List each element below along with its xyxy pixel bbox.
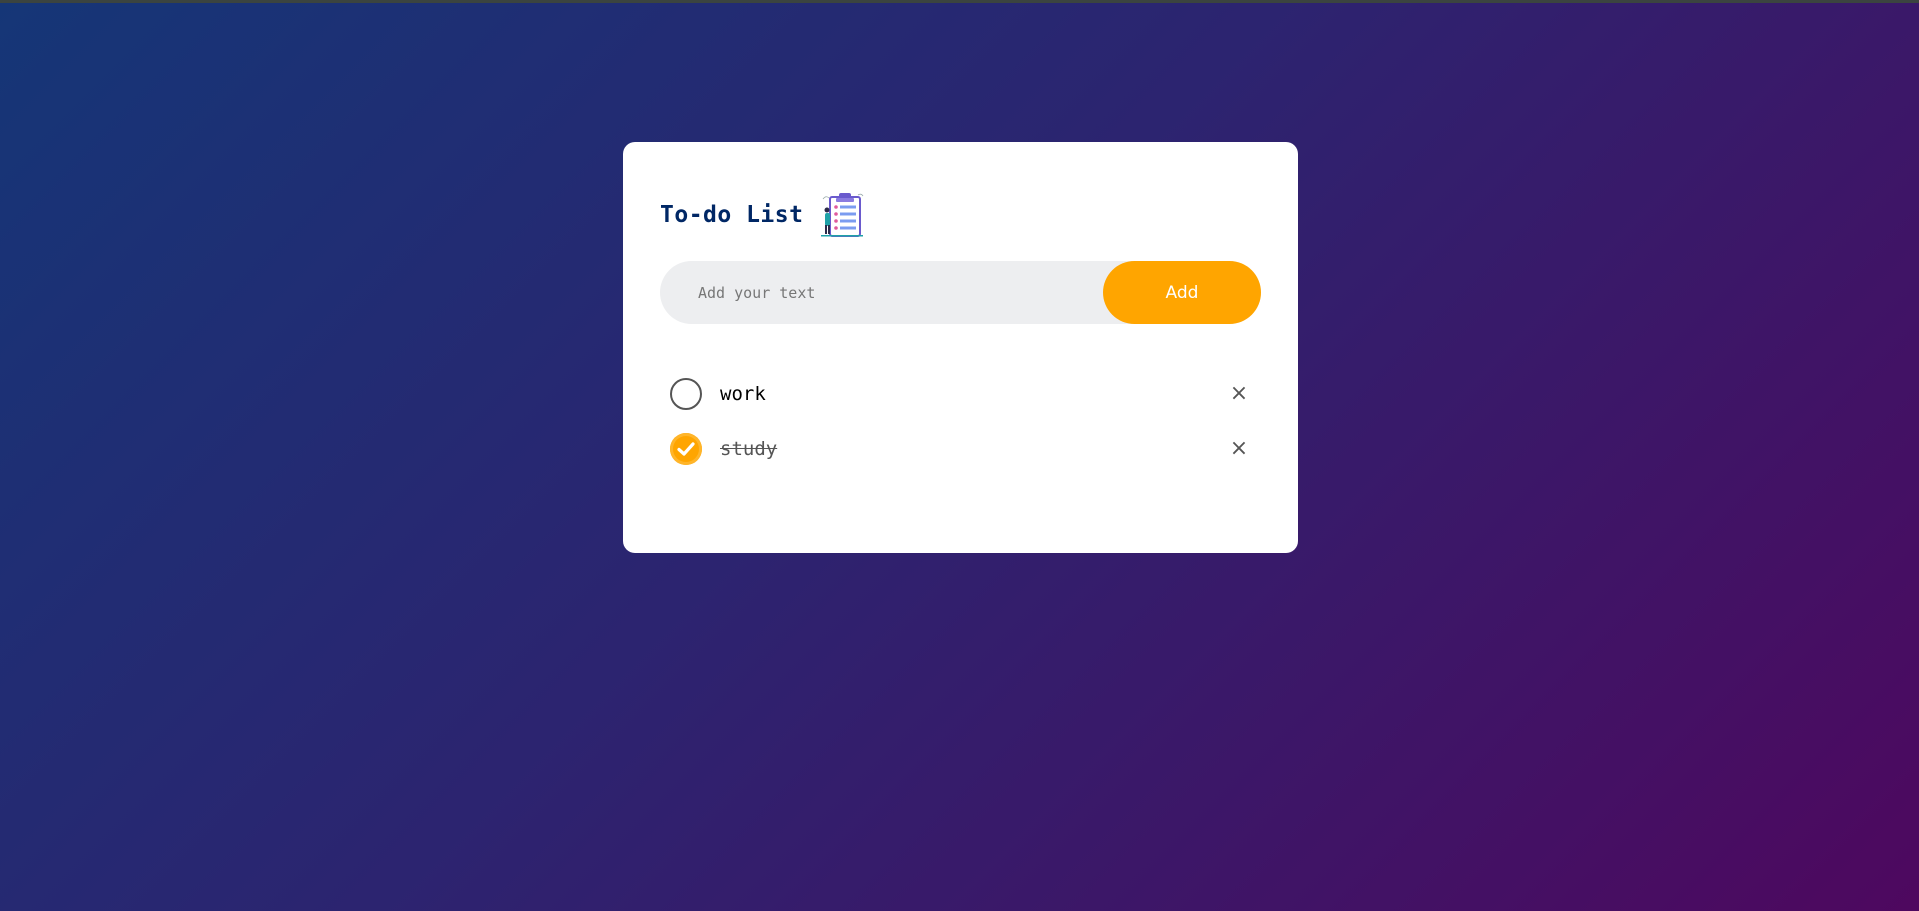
todo-app-card: To-do List Add your text Add work × stud… — [623, 142, 1298, 553]
task-input[interactable] — [660, 260, 1103, 325]
task-item-work[interactable]: work × — [670, 366, 1255, 421]
task-item-study[interactable]: study × — [670, 421, 1255, 476]
task-text: study — [720, 437, 778, 460]
check-circle-icon[interactable] — [670, 432, 702, 465]
app-title: To-do List — [660, 202, 804, 228]
close-icon[interactable]: × — [1223, 433, 1255, 465]
task-text: work — [720, 382, 766, 405]
task-input-row: Add — [660, 260, 1261, 325]
add-button[interactable]: Add — [1103, 261, 1261, 324]
close-icon[interactable]: × — [1223, 378, 1255, 410]
empty-circle-icon[interactable] — [670, 377, 702, 410]
header: To-do List — [660, 190, 867, 240]
clipboard-checklist-icon — [817, 190, 867, 240]
window-top-border — [0, 0, 1919, 3]
task-list: work × study × — [670, 366, 1255, 476]
